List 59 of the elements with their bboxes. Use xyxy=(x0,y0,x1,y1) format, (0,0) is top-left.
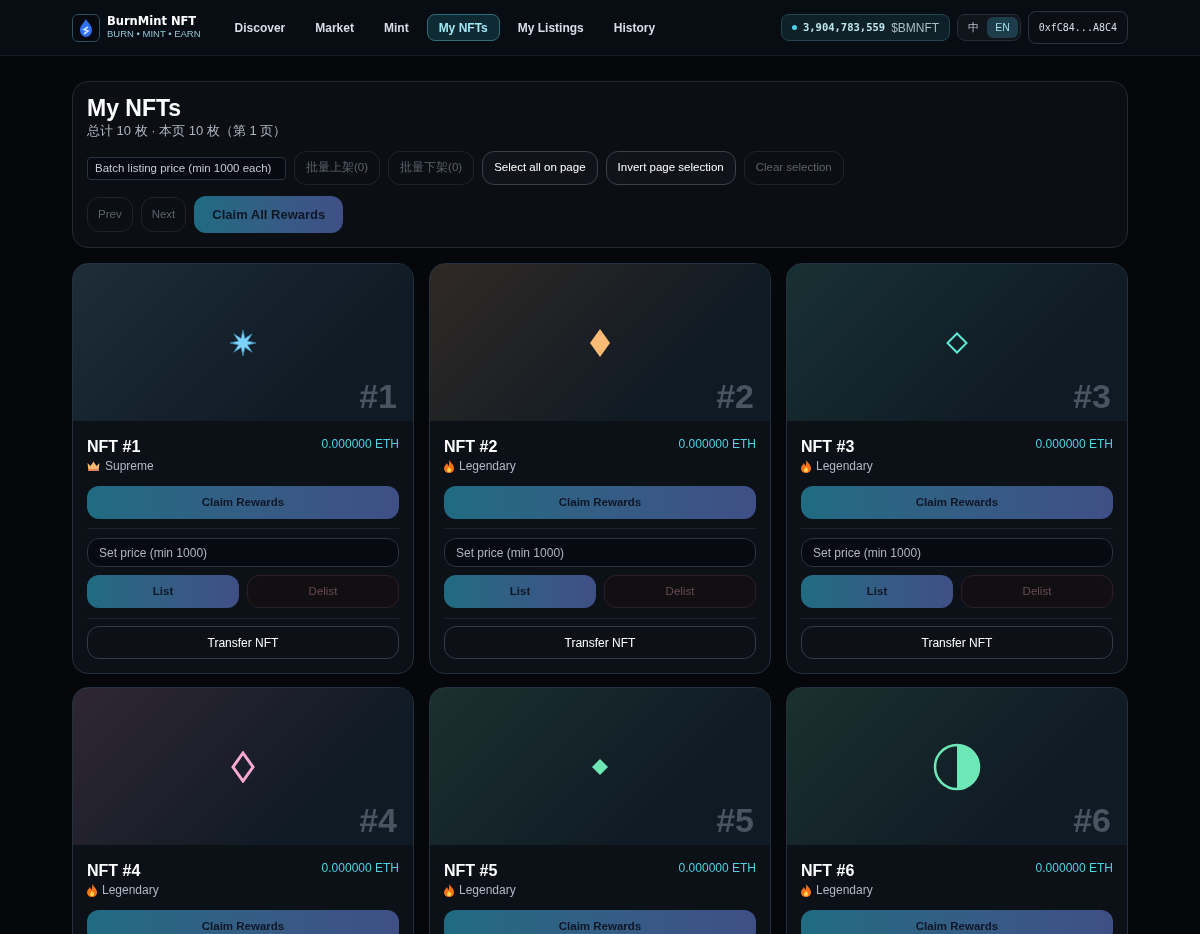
nft-number-watermark: #3 xyxy=(1073,379,1111,413)
rarity-label: Legendary xyxy=(816,458,873,475)
nft-price: 0.000000 ETH xyxy=(678,436,756,453)
claim-rewards-button[interactable]: Claim Rewards xyxy=(801,486,1113,519)
claim-rewards-button[interactable]: Claim Rewards xyxy=(444,910,756,934)
claim-all-button[interactable]: Claim All Rewards xyxy=(194,196,344,233)
price-field[interactable]: Set price (min 1000) xyxy=(87,538,399,567)
nft-price: 0.000000 ETH xyxy=(1035,860,1113,877)
nft-price: 0.000000 ETH xyxy=(678,860,756,877)
nav-tab[interactable]: Mint xyxy=(371,14,421,41)
nav-tab[interactable]: Discover xyxy=(222,14,298,41)
nft-name: NFT #4 xyxy=(87,861,142,881)
nft-number-watermark: #5 xyxy=(716,803,754,837)
transfer-button[interactable]: Transfer NFT xyxy=(444,626,756,659)
balance-amount: 3,904,783,559 xyxy=(802,19,886,35)
price-field[interactable]: Set price (min 1000) xyxy=(801,538,1113,567)
wallet-address-button[interactable]: 0xfC84...A8C4 xyxy=(1027,11,1128,44)
language-option[interactable]: EN xyxy=(987,17,1018,38)
rarity-label: Legendary xyxy=(102,882,159,899)
batch-action-button[interactable]: Invert page selection xyxy=(605,151,736,185)
logo-icon xyxy=(72,13,100,42)
nft-name: NFT #2 xyxy=(444,437,499,457)
nft-number-watermark: #1 xyxy=(359,379,397,413)
nft-name: NFT #1 xyxy=(87,437,142,457)
nav-tab[interactable]: My Listings xyxy=(505,14,596,41)
nav-tab[interactable]: History xyxy=(601,14,668,41)
nft-name: NFT #6 xyxy=(801,861,856,881)
claim-rewards-button[interactable]: Claim Rewards xyxy=(444,486,756,519)
batch-price-field[interactable]: Batch listing price (min 1000 each) xyxy=(87,156,286,180)
rarity-label: Legendary xyxy=(459,882,516,899)
nft-price: 0.000000 ETH xyxy=(321,436,399,453)
brand-tagline: BURN • MINT • EARN xyxy=(107,28,201,40)
brand-name: BurnMint NFT xyxy=(107,15,198,28)
nft-price: 0.000000 ETH xyxy=(321,860,399,877)
list-button[interactable]: List xyxy=(444,575,596,608)
list-button[interactable]: List xyxy=(801,575,953,608)
nft-price: 0.000000 ETH xyxy=(1035,436,1113,453)
price-field[interactable]: Set price (min 1000) xyxy=(444,538,756,567)
rarity-label: Legendary xyxy=(816,882,873,899)
nft-number-watermark: #6 xyxy=(1073,803,1111,837)
page-title: My NFTs xyxy=(87,94,183,122)
rarity-label: Supreme xyxy=(105,458,154,475)
transfer-button[interactable]: Transfer NFT xyxy=(801,626,1113,659)
nft-name: NFT #3 xyxy=(801,437,856,457)
page-subtitle: 总计 10 枚 · 本页 10 枚（第 1 页） xyxy=(87,122,288,140)
balance-symbol: $BMNFT xyxy=(891,19,940,37)
claim-rewards-button[interactable]: Claim Rewards xyxy=(801,910,1113,934)
nav-tab[interactable]: Market xyxy=(303,14,366,41)
nft-number-watermark: #2 xyxy=(716,379,754,413)
batch-action-button[interactable]: Select all on page xyxy=(482,151,598,185)
claim-rewards-button[interactable]: Claim Rewards xyxy=(87,910,399,934)
rarity-label: Legendary xyxy=(459,458,516,475)
nav-tab[interactable]: My NFTs xyxy=(426,14,500,41)
claim-rewards-button[interactable]: Claim Rewards xyxy=(87,486,399,519)
nft-number-watermark: #4 xyxy=(359,803,397,837)
transfer-button[interactable]: Transfer NFT xyxy=(87,626,399,659)
language-option[interactable]: 中 xyxy=(960,17,988,38)
nft-name: NFT #5 xyxy=(444,861,499,881)
list-button[interactable]: List xyxy=(87,575,239,608)
